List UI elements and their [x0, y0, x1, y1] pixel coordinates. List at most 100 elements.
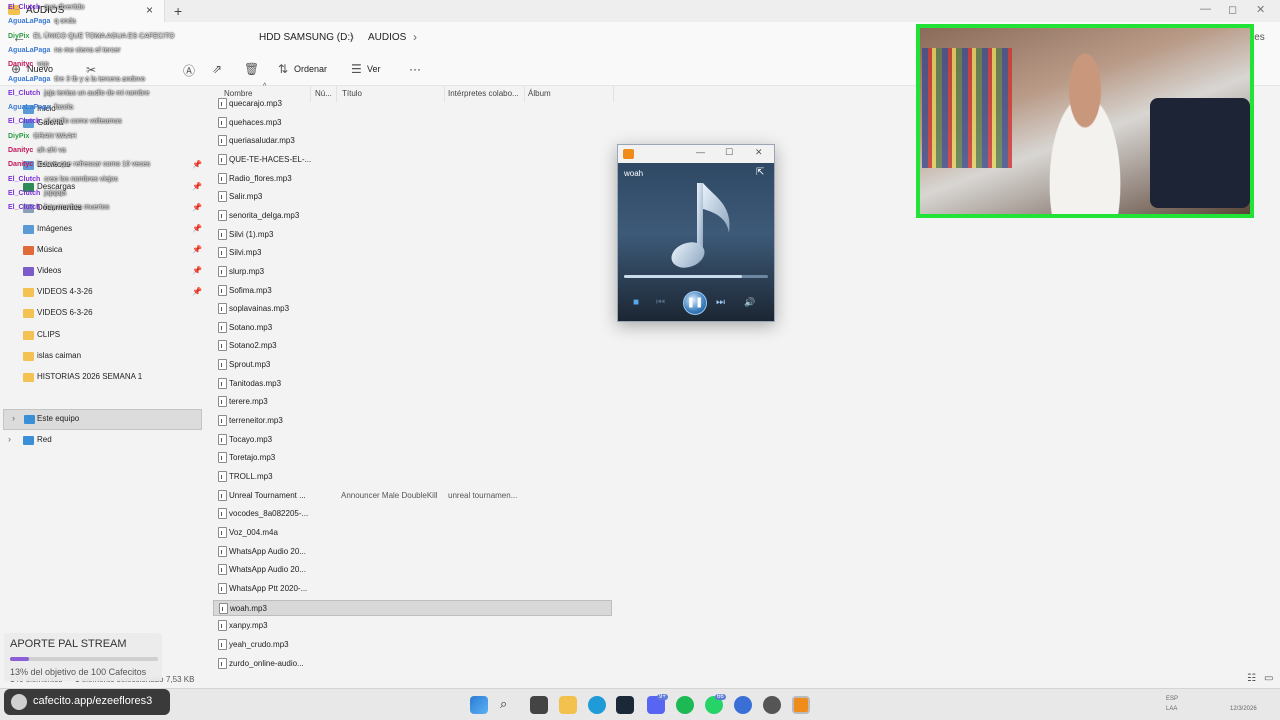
file-row[interactable]: Sotano.mp3: [213, 320, 612, 336]
view-button[interactable]: Ver: [367, 64, 381, 74]
file-row[interactable]: soplavainas.mp3: [213, 301, 612, 317]
file-row[interactable]: slurp.mp3: [213, 264, 612, 280]
chat-username[interactable]: El_Clutch: [8, 90, 40, 97]
file-row[interactable]: queriasaludar.mp3: [213, 133, 612, 149]
file-row[interactable]: TROLL.mp3: [213, 469, 612, 485]
sidebar-item-clips[interactable]: CLIPS: [0, 326, 205, 346]
chat-username[interactable]: Danityc: [8, 61, 33, 68]
close-icon[interactable]: ✕: [1256, 3, 1265, 16]
language-region[interactable]: LAA: [1166, 706, 1177, 712]
file-row[interactable]: WhatsApp Ptt 2020-...: [213, 581, 612, 597]
file-row[interactable]: Tocayo.mp3: [213, 432, 612, 448]
steam-icon[interactable]: [616, 696, 634, 714]
obs-icon[interactable]: [763, 696, 781, 714]
file-row[interactable]: Tanitodas.mp3: [213, 376, 612, 392]
sidebar-item-videos-4-3-26[interactable]: VIDEOS 4-3-26 📌: [0, 283, 205, 303]
file-explorer-icon[interactable]: [559, 696, 577, 714]
file-row[interactable]: Voz_004.m4a: [213, 525, 612, 541]
details-view-icon[interactable]: ☷: [1247, 673, 1256, 684]
file-row[interactable]: vocodes_8a082205-...: [213, 506, 612, 522]
file-row[interactable]: QUE-TE-HACES-EL-...: [213, 152, 612, 168]
next-button[interactable]: ⏭: [716, 297, 725, 308]
tiles-view-icon[interactable]: ▭: [1264, 673, 1273, 684]
new-tab-icon[interactable]: +: [174, 3, 182, 19]
chat-username[interactable]: Danityc: [8, 147, 33, 154]
chat-username[interactable]: El_Clutch: [8, 118, 40, 125]
file-row[interactable]: quecarajo.mp3: [213, 96, 612, 112]
maximize-icon[interactable]: ☐: [725, 147, 733, 158]
file-row[interactable]: xanpy.mp3: [213, 618, 612, 634]
file-row[interactable]: terreneitor.mp3: [213, 413, 612, 429]
previous-button[interactable]: ⏮: [656, 297, 665, 308]
chat-username[interactable]: DiyPix: [8, 33, 29, 40]
maximize-icon[interactable]: ◻: [1228, 3, 1237, 16]
discord-icon[interactable]: 9+: [647, 694, 668, 714]
file-row[interactable]: WhatsApp Audio 20...: [213, 562, 612, 578]
seek-bar[interactable]: [624, 275, 768, 278]
browser-icon[interactable]: [734, 696, 752, 714]
file-row[interactable]: quehaces.mp3: [213, 115, 612, 131]
sidebar-item-este-equipo[interactable]: › Este equipo: [3, 409, 202, 430]
column-divider[interactable]: [613, 86, 614, 102]
file-row[interactable]: WhatsApp Audio 20...: [213, 544, 612, 560]
file-row[interactable]: Sotano2.mp3: [213, 338, 612, 354]
chat-username[interactable]: AguaLaPaga: [8, 18, 50, 25]
language-indicator[interactable]: ESP: [1166, 696, 1178, 702]
file-row[interactable]: woah.mp3: [213, 599, 612, 616]
sidebar-item-videos-6-3-26[interactable]: VIDEOS 6-3-26: [0, 304, 205, 324]
sidebar-item-islas-caiman[interactable]: islas caiman: [0, 347, 205, 367]
stop-button[interactable]: ■: [633, 297, 639, 308]
minimize-icon[interactable]: —: [696, 147, 705, 157]
chat-username[interactable]: El_Clutch: [8, 4, 40, 11]
file-row[interactable]: Salir.mp3: [213, 189, 612, 205]
sidebar-item-red[interactable]: › Red: [0, 431, 205, 451]
play-pause-button[interactable]: ❚❚: [683, 291, 707, 315]
tab-close-icon[interactable]: ×: [146, 3, 153, 17]
chevron-right-icon[interactable]: ›: [8, 434, 11, 444]
whatsapp-icon[interactable]: 66: [705, 694, 726, 714]
chat-username[interactable]: AguaLaPaga: [8, 104, 50, 111]
file-row[interactable]: Sofima.mp3: [213, 283, 612, 299]
chat-username[interactable]: Danityc: [8, 161, 33, 168]
close-icon[interactable]: ✕: [755, 147, 763, 158]
task-view-icon[interactable]: [530, 696, 548, 714]
breadcrumb-drive[interactable]: HDD SAMSUNG (D:): [259, 32, 353, 43]
file-row[interactable]: zurdo_online-audio...: [213, 656, 612, 672]
file-row[interactable]: Radio_flores.mp3: [213, 171, 612, 187]
switch-to-library-icon[interactable]: ⇱: [756, 167, 764, 178]
chat-username[interactable]: DiyPix: [8, 133, 29, 140]
chat-username[interactable]: El_Clutch: [8, 176, 40, 183]
sidebar-item-imagenes[interactable]: Imágenes 📌: [0, 220, 205, 240]
sidebar-item-historias[interactable]: HISTORIAS 2026 SEMANA 1: [0, 368, 205, 388]
chat-username[interactable]: El_Clutch: [8, 190, 40, 197]
volume-icon[interactable]: 🔊: [744, 297, 755, 308]
edge-icon[interactable]: [588, 696, 606, 714]
search-icon[interactable]: ⌕: [500, 696, 518, 714]
chevron-right-icon[interactable]: ›: [12, 413, 15, 423]
delete-icon[interactable]: 🗑: [244, 62, 259, 76]
media-player-titlebar[interactable]: — ☐ ✕: [618, 145, 774, 163]
sidebar-item-videos[interactable]: Videos 📌: [0, 262, 205, 282]
minimize-icon[interactable]: —: [1200, 3, 1211, 15]
file-row[interactable]: terere.mp3: [213, 394, 612, 410]
clock-date[interactable]: 12/3/2026: [1230, 706, 1257, 712]
file-row[interactable]: yeah_crudo.mp3: [213, 637, 612, 653]
more-options-icon[interactable]: ···: [409, 62, 421, 76]
spotify-icon[interactable]: [676, 696, 694, 714]
file-row[interactable]: Silvi (1).mp3: [213, 227, 612, 243]
file-row[interactable]: Unreal Tournament ... Announcer Male Doub…: [213, 488, 612, 504]
share-icon[interactable]: ⇗: [212, 62, 222, 76]
chat-username[interactable]: AguaLaPaga: [8, 47, 50, 54]
start-icon[interactable]: [470, 696, 488, 714]
breadcrumb-audios[interactable]: AUDIOS: [368, 32, 406, 43]
chat-username[interactable]: El_Clutch: [8, 204, 40, 211]
file-row[interactable]: Silvi.mp3: [213, 245, 612, 261]
chat-username[interactable]: AguaLaPaga: [8, 76, 50, 83]
sort-button[interactable]: Ordenar: [294, 64, 327, 74]
file-row[interactable]: senorita_delga.mp3: [213, 208, 612, 224]
file-row[interactable]: Toretajo.mp3: [213, 450, 612, 466]
file-row[interactable]: Sprout.mp3: [213, 357, 612, 373]
sidebar-item-musica[interactable]: Música 📌: [0, 241, 205, 261]
media-player-taskbar-icon[interactable]: [792, 696, 810, 714]
rename-icon[interactable]: Ⓐ: [183, 62, 195, 79]
